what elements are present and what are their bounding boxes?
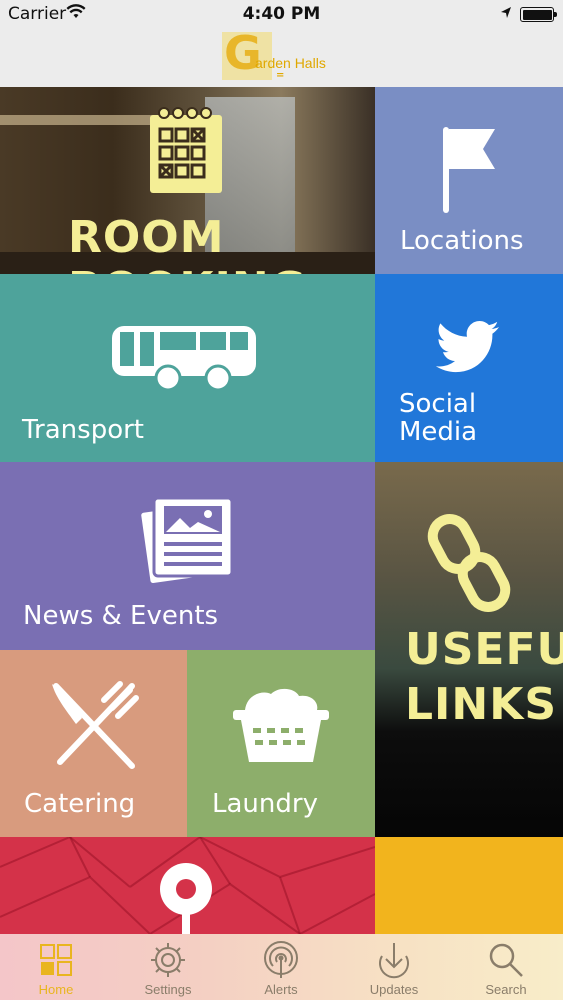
bus-icon [112, 326, 256, 392]
gear-icon [151, 943, 185, 977]
tab-home-label: Home [38, 982, 74, 997]
calendar-icon [150, 107, 222, 193]
tile-news-events[interactable]: News & Events [0, 462, 375, 650]
twitter-bird-icon [435, 321, 499, 373]
useful-links-label-2: LINKS [405, 679, 558, 730]
map-pin-icon [160, 863, 212, 934]
flag-icon [443, 127, 495, 213]
tile-catering[interactable]: Catering [0, 650, 187, 837]
logo-text: arden Halls [255, 55, 326, 71]
tile-locations[interactable]: Locations [375, 87, 563, 274]
fork-knife-icon [52, 681, 139, 769]
status-bar: Carrier 4:40 PM [0, 0, 563, 28]
clock: 4:40 PM [242, 4, 321, 24]
tile-yellow[interactable] [375, 837, 563, 934]
logo-mark: = [276, 70, 285, 81]
tile-room-booking[interactable]: ROOM BOOKING [0, 87, 375, 274]
home-grid-icon [40, 944, 72, 976]
tab-bar: Home Settings Alerts Updates Search [0, 934, 563, 1000]
laundry-label: Laundry [212, 789, 318, 819]
social-media-label-2: Media [399, 417, 478, 447]
broadcast-icon [264, 941, 298, 978]
tab-updates-label: Updates [369, 982, 419, 997]
tab-home[interactable]: Home [0, 934, 112, 1000]
news-events-label: News & Events [23, 601, 219, 631]
laundry-basket-icon [233, 688, 329, 762]
search-icon [489, 943, 523, 977]
catering-label: Catering [24, 789, 136, 819]
newspaper-icon [140, 496, 234, 584]
transport-label: Transport [22, 415, 145, 445]
social-media-label-1: Social [399, 389, 477, 419]
download-icon [379, 943, 409, 979]
logo-initial: G [224, 26, 262, 80]
tab-alerts-label: Alerts [264, 982, 298, 997]
tab-alerts[interactable]: Alerts [225, 934, 337, 1000]
room-booking-label: ROOM BOOKING [68, 212, 306, 274]
tile-laundry[interactable]: Laundry [187, 650, 375, 837]
tab-search[interactable]: Search [450, 934, 562, 1000]
tile-useful-links[interactable]: USEFUL LINKS [375, 462, 563, 837]
chain-link-icon [427, 514, 511, 612]
tile-transport[interactable]: Transport [0, 274, 375, 462]
useful-links-label-1: USEFUL [405, 624, 563, 675]
tab-settings-label: Settings [144, 982, 192, 997]
app-logo: G arden Halls = [222, 26, 340, 81]
tab-search-label: Search [485, 982, 527, 997]
tile-social-media[interactable]: Social Media [375, 274, 563, 462]
location-arrow-icon [500, 5, 512, 25]
tile-map-pin[interactable] [0, 837, 375, 934]
locations-label: Locations [400, 226, 524, 256]
nav-bar: G arden Halls = [0, 26, 563, 87]
tab-updates[interactable]: Updates [338, 934, 450, 1000]
tab-settings[interactable]: Settings [112, 934, 224, 1000]
battery-icon [520, 7, 557, 22]
